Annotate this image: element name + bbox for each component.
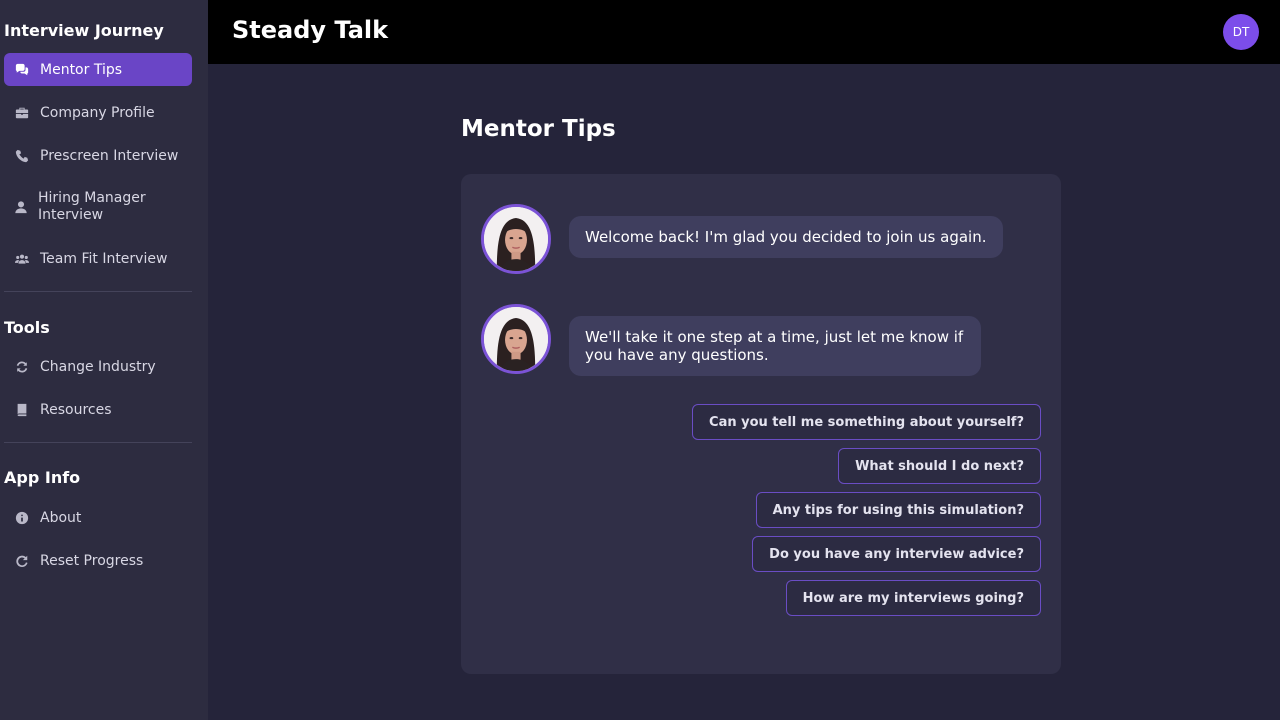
sidebar: Interview Journey Mentor Tips Company Pr… (0, 0, 208, 720)
sidebar-item-resources[interactable]: Resources (4, 393, 192, 426)
sidebar-item-company-profile[interactable]: Company Profile (4, 96, 192, 129)
mentor-avatar (481, 204, 551, 274)
message-bubble: We'll take it one step at a time, just l… (569, 316, 981, 376)
info-icon (4, 511, 40, 525)
message-bubble: Welcome back! I'm glad you decided to jo… (569, 216, 1003, 258)
app-title: Steady Talk (232, 16, 389, 44)
sidebar-item-label: Mentor Tips (40, 61, 123, 78)
sidebar-item-label: Change Industry (40, 358, 156, 375)
message-text: Welcome back! I'm glad you decided to jo… (585, 228, 987, 246)
sidebar-item-about[interactable]: About (4, 501, 192, 534)
sidebar-item-label: About (40, 509, 82, 526)
sidebar-item-label: Hiring Manager Interview (38, 190, 146, 223)
sidebar-item-label: Prescreen Interview (40, 147, 179, 164)
mentor-portrait-icon (484, 307, 548, 371)
sidebar-item-hiring-manager-interview[interactable]: Hiring Manager Interview (4, 182, 192, 232)
phone-icon (4, 149, 40, 163)
page-title: Mentor Tips (461, 116, 616, 142)
user-avatar[interactable]: DT (1223, 14, 1259, 50)
sidebar-item-prescreen-interview[interactable]: Prescreen Interview (4, 139, 192, 172)
sidebar-item-label: Resources (40, 401, 112, 418)
sidebar-item-change-industry[interactable]: Change Industry (4, 350, 192, 383)
sidebar-item-team-fit-interview[interactable]: Team Fit Interview (4, 242, 192, 275)
suggestion-button[interactable]: Do you have any interview advice? (752, 536, 1041, 572)
sidebar-item-mentor-tips[interactable]: Mentor Tips (4, 53, 192, 86)
section-title-interview-journey: Interview Journey (4, 21, 164, 40)
sidebar-item-reset-progress[interactable]: Reset Progress (4, 544, 192, 577)
mentor-portrait-icon (484, 207, 548, 271)
message-text: We'll take it one step at a time, just l… (585, 328, 964, 364)
suggestion-button[interactable]: Any tips for using this simulation? (755, 492, 1041, 528)
mentor-avatar (481, 304, 551, 374)
redo-icon (4, 554, 40, 568)
suggestion-button[interactable]: How are my interviews going? (785, 580, 1041, 616)
book-icon (4, 403, 40, 417)
briefcase-icon (4, 106, 40, 120)
sidebar-divider (4, 442, 192, 443)
sidebar-item-label: Team Fit Interview (40, 250, 168, 267)
user-icon (4, 200, 38, 214)
sidebar-item-label: Reset Progress (40, 552, 144, 569)
comments-icon (4, 63, 40, 77)
suggestion-button[interactable]: Can you tell me something about yourself… (692, 404, 1041, 440)
chat-panel: Welcome back! I'm glad you decided to jo… (461, 174, 1061, 674)
users-icon (4, 252, 40, 266)
sidebar-divider (4, 291, 192, 292)
sync-icon (4, 360, 40, 374)
suggestion-button[interactable]: What should I do next? (838, 448, 1041, 484)
top-bar: Steady Talk DT (208, 0, 1280, 64)
sidebar-item-label: Company Profile (40, 104, 155, 121)
section-title-tools: Tools (4, 318, 50, 337)
section-title-app-info: App Info (4, 468, 81, 487)
